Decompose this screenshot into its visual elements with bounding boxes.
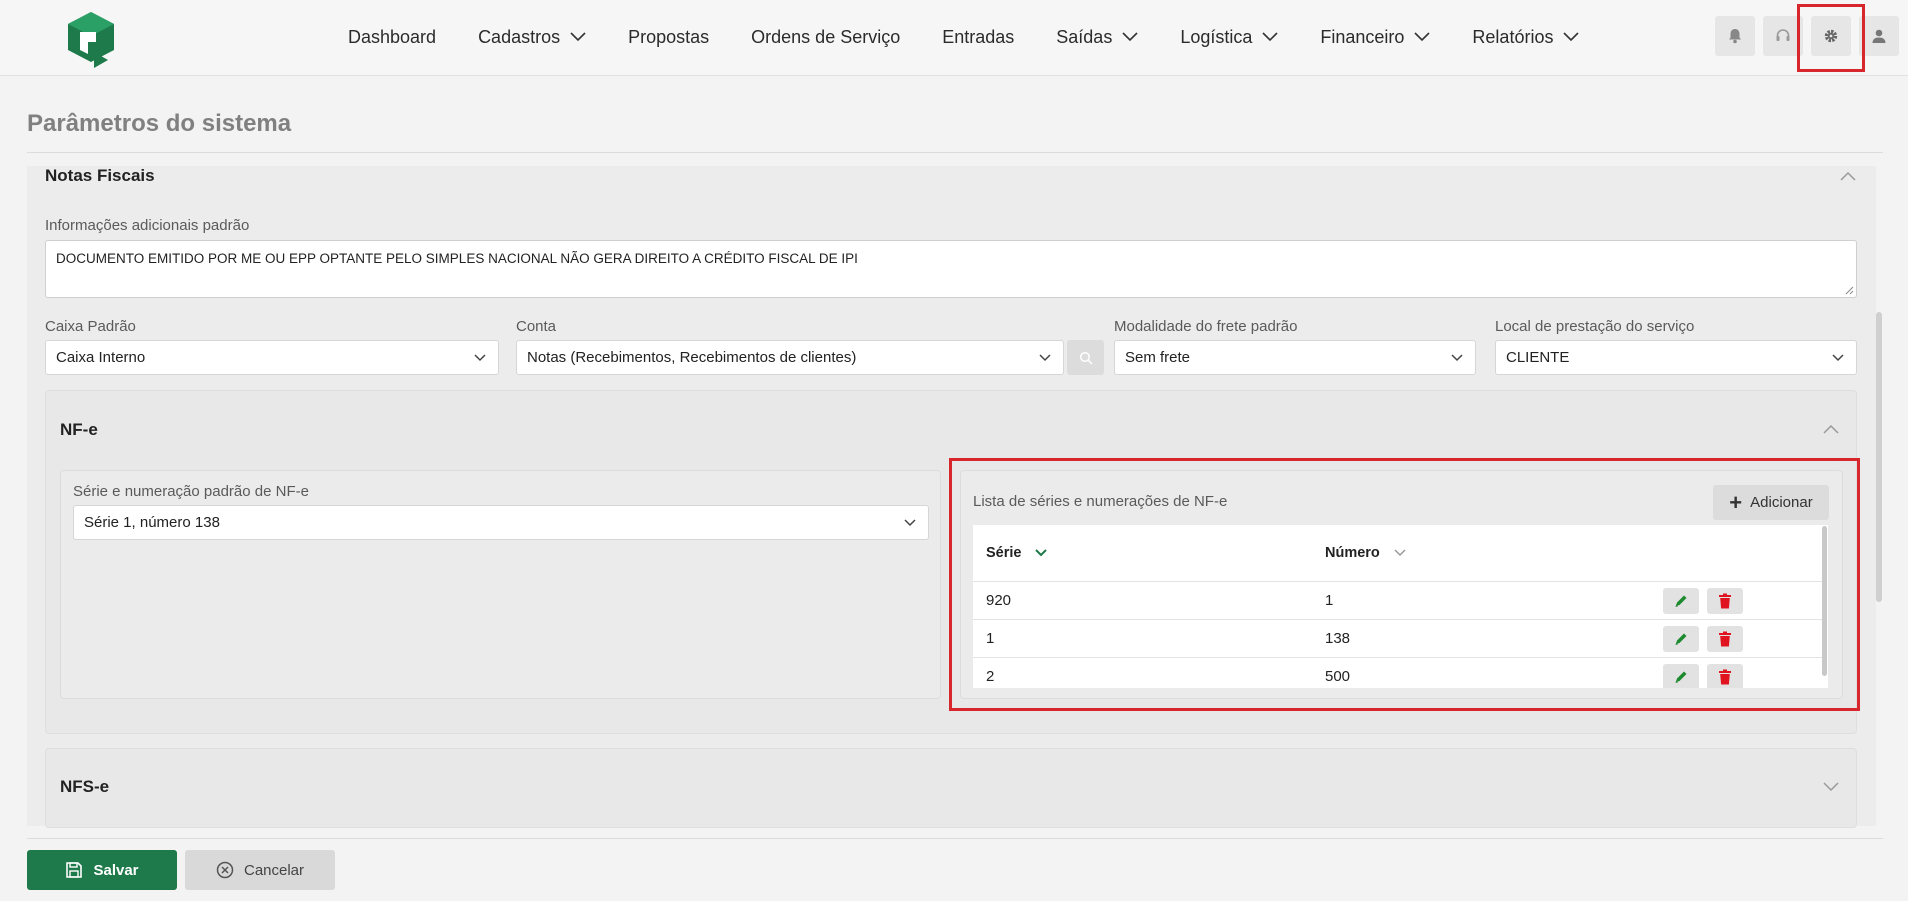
section-title-nfe: NF-e (60, 420, 98, 439)
nav-entradas[interactable]: Entradas (942, 27, 1014, 48)
nav-saidas[interactable]: Saídas (1056, 27, 1138, 48)
nav-relatorios[interactable]: Relatórios (1472, 27, 1580, 48)
chevron-down-icon (1832, 354, 1844, 362)
page-title: Parâmetros do sistema (27, 110, 292, 137)
chevron-down-icon[interactable] (1823, 782, 1839, 792)
nav-propostas[interactable]: Propostas (628, 27, 709, 48)
conta-search-button[interactable] (1067, 340, 1104, 375)
search-icon (1079, 351, 1093, 365)
nfse-section[interactable] (45, 748, 1857, 828)
chevron-up-icon[interactable] (1823, 424, 1839, 434)
local-servico-select[interactable]: CLIENTE (1495, 340, 1857, 375)
nav-ordens-servico[interactable]: Ordens de Serviço (751, 27, 900, 48)
nav-dashboard[interactable]: Dashboard (348, 27, 436, 48)
divider (27, 152, 1883, 153)
serie-padrao-value: Série 1, número 138 (84, 514, 220, 531)
cancel-button[interactable]: Cancelar (185, 850, 335, 890)
info-adicionais-label: Informações adicionais padrão (45, 217, 250, 234)
resize-handle-icon[interactable] (1845, 286, 1854, 295)
frete-select[interactable]: Sem frete (1114, 340, 1476, 375)
cancel-label: Cancelar (243, 861, 305, 879)
info-adicionais-value: DOCUMENTO EMITIDO POR ME OU EPP OPTANTE … (56, 251, 858, 266)
local-servico-label: Local de prestação do serviço (1495, 318, 1695, 335)
chevron-down-icon (1563, 32, 1580, 42)
serie-padrao-select[interactable]: Série 1, número 138 (73, 505, 929, 540)
chevron-down-icon (1414, 32, 1430, 42)
chevron-down-icon (1039, 354, 1051, 362)
bell-icon (1729, 29, 1741, 44)
nav-cadastros[interactable]: Cadastros (478, 27, 586, 48)
conta-select[interactable]: Notas (Recebimentos, Recebimentos de cli… (516, 340, 1064, 375)
close-circle-icon (216, 861, 234, 879)
chevron-down-icon (1262, 32, 1278, 42)
notifications-button[interactable] (1715, 16, 1755, 56)
frete-value: Sem frete (1125, 349, 1191, 366)
chevron-down-icon (1451, 354, 1463, 362)
conta-value: Notas (Recebimentos, Recebimentos de cli… (527, 349, 857, 366)
chevron-down-icon (570, 32, 586, 42)
nav-financeiro[interactable]: Financeiro (1320, 27, 1430, 48)
caixa-padrao-value: Caixa Interno (56, 349, 146, 366)
chevron-down-icon (474, 354, 486, 362)
top-navbar: Dashboard Cadastros Propostas Ordens de … (0, 0, 1908, 76)
divider (27, 838, 1883, 839)
series-list-highlight-box (949, 458, 1860, 711)
headset-icon (1776, 29, 1790, 41)
serie-padrao-label: Série e numeração padrão de NF-e (73, 483, 309, 500)
local-servico-value: CLIENTE (1506, 349, 1570, 366)
section-title-nfse: NFS-e (60, 777, 110, 796)
frete-label: Modalidade do frete padrão (1114, 318, 1298, 335)
info-adicionais-textarea[interactable]: DOCUMENTO EMITIDO POR ME OU EPP OPTANTE … (45, 240, 1857, 298)
settings-highlight-box (1797, 4, 1865, 72)
chevron-down-icon (1122, 32, 1138, 42)
caixa-padrao-select[interactable]: Caixa Interno (45, 340, 499, 375)
section-title-notas-fiscais: Notas Fiscais (45, 166, 155, 185)
floppy-icon (65, 861, 83, 879)
chevron-up-icon[interactable] (1840, 171, 1856, 181)
chevron-down-icon (904, 519, 916, 527)
caixa-padrao-label: Caixa Padrão (45, 318, 136, 335)
main-nav: Dashboard Cadastros Propostas Ordens de … (348, 0, 1621, 74)
user-icon (1872, 29, 1886, 43)
app-logo[interactable] (62, 10, 120, 70)
save-label: Salvar (93, 861, 139, 879)
conta-label: Conta (516, 318, 557, 335)
page-scrollbar[interactable] (1876, 312, 1882, 602)
user-menu-button[interactable] (1859, 16, 1899, 56)
save-button[interactable]: Salvar (27, 850, 177, 890)
nav-logistica[interactable]: Logística (1180, 27, 1278, 48)
